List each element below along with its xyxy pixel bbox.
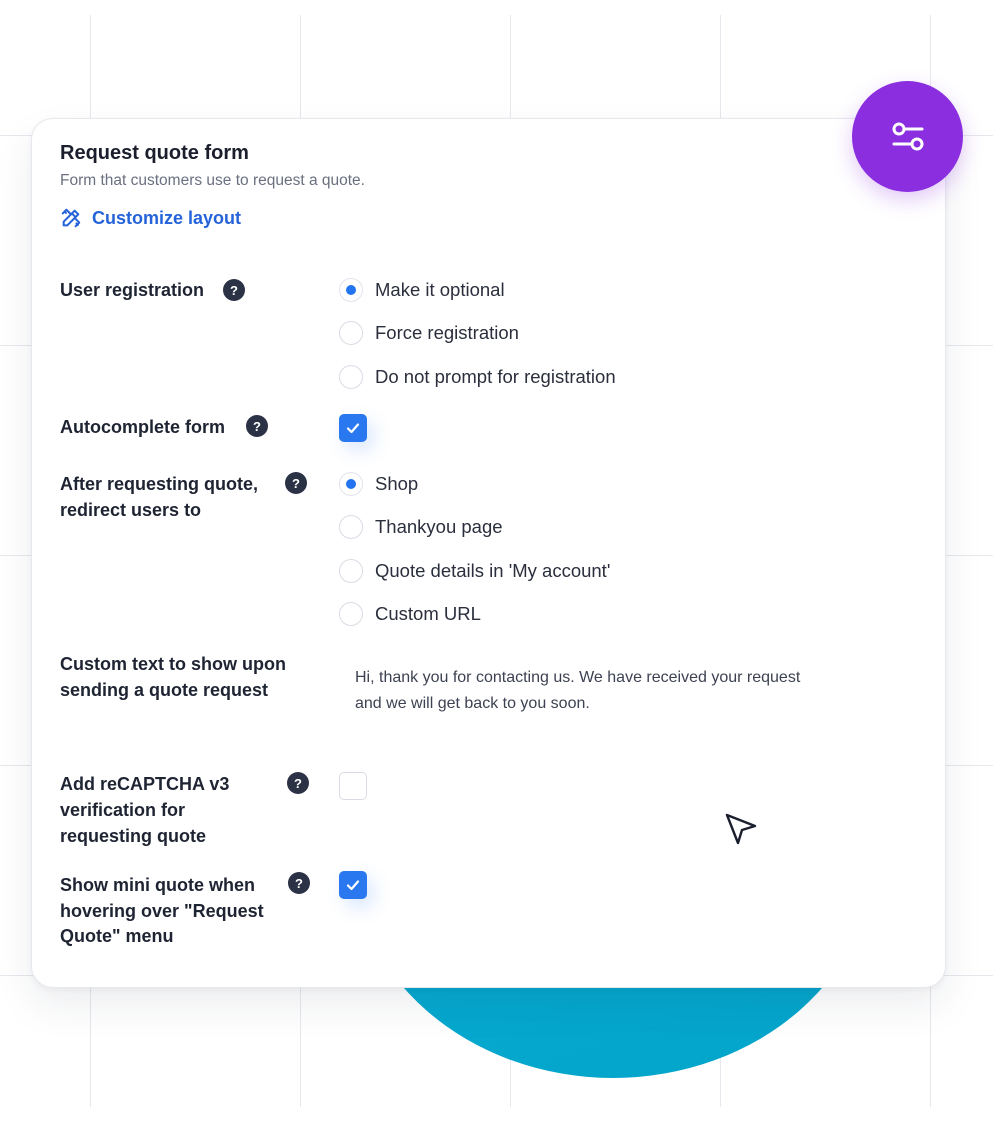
- radio-shop[interactable]: Shop: [339, 472, 418, 496]
- radio-quote-details[interactable]: Quote details in 'My account': [339, 559, 610, 583]
- radio-label: Quote details in 'My account': [375, 560, 611, 581]
- recaptcha-label-line: Add reCAPTCHA v3: [60, 774, 230, 794]
- user-registration-help-icon[interactable]: ?: [223, 279, 245, 301]
- radio-do-not-prompt[interactable]: Do not prompt for registration: [339, 365, 616, 389]
- autocomplete-help-icon[interactable]: ?: [246, 415, 268, 437]
- recaptcha-checkbox[interactable]: [339, 772, 367, 800]
- customize-layout-link[interactable]: Customize layout: [60, 207, 241, 229]
- radio-label: Shop: [375, 473, 419, 494]
- recaptcha-help-icon[interactable]: ?: [287, 772, 309, 794]
- recaptcha-label-line: requesting quote: [60, 826, 207, 846]
- radio-custom-url[interactable]: Custom URL: [339, 602, 481, 626]
- radio-button[interactable]: [339, 515, 363, 539]
- user-registration-label: User registration: [60, 280, 205, 300]
- pointer-arrow-icon: [724, 812, 758, 851]
- redirect-label-line: After requesting quote,: [60, 474, 259, 494]
- radio-label: Force registration: [375, 322, 519, 343]
- custom-text-label-line: Custom text to show upon: [60, 654, 286, 674]
- custom-text-textarea[interactable]: Hi, thank you for contacting us. We have…: [355, 665, 825, 717]
- mini-quote-help-icon[interactable]: ?: [288, 872, 310, 894]
- mini-quote-label-line: hovering over "Request: [60, 901, 264, 921]
- settings-card: [31, 118, 946, 988]
- mini-quote-checkbox[interactable]: [339, 871, 367, 899]
- checkmark-icon: [346, 423, 360, 434]
- autocomplete-form-label: Autocomplete form: [60, 417, 226, 437]
- radio-label: Custom URL: [375, 603, 481, 624]
- redirect-label-line: redirect users to: [60, 500, 202, 520]
- mini-quote-label-line: Show mini quote when: [60, 875, 255, 895]
- checkmark-icon: [346, 880, 360, 891]
- radio-button-selected[interactable]: [339, 472, 363, 496]
- radio-thankyou-page[interactable]: Thankyou page: [339, 515, 503, 539]
- sliders-icon: [892, 122, 923, 150]
- radio-button[interactable]: [339, 602, 363, 626]
- recaptcha-label-line: verification for: [60, 800, 186, 820]
- radio-button[interactable]: [339, 321, 363, 345]
- radio-label: Do not prompt for registration: [375, 366, 616, 387]
- customize-layout-label: Customize layout: [92, 207, 242, 228]
- radio-force-registration[interactable]: Force registration: [339, 321, 519, 345]
- radio-button[interactable]: [339, 559, 363, 583]
- form-subtitle: Form that customers use to request a quo…: [60, 172, 365, 189]
- radio-make-optional[interactable]: Make it optional: [339, 278, 505, 302]
- settings-fab-button[interactable]: [852, 81, 963, 192]
- redirect-help-icon[interactable]: ?: [285, 472, 307, 494]
- radio-label: Thankyou page: [375, 516, 503, 537]
- pencil-ruler-icon: [61, 208, 81, 228]
- form-title: Request quote form: [60, 142, 249, 164]
- radio-button-selected[interactable]: [339, 278, 363, 302]
- radio-label: Make it optional: [375, 279, 505, 300]
- autocomplete-checkbox[interactable]: [339, 414, 367, 442]
- custom-text-label-line: sending a quote request: [60, 680, 269, 700]
- radio-button[interactable]: [339, 365, 363, 389]
- mini-quote-label-line: Quote" menu: [60, 926, 174, 946]
